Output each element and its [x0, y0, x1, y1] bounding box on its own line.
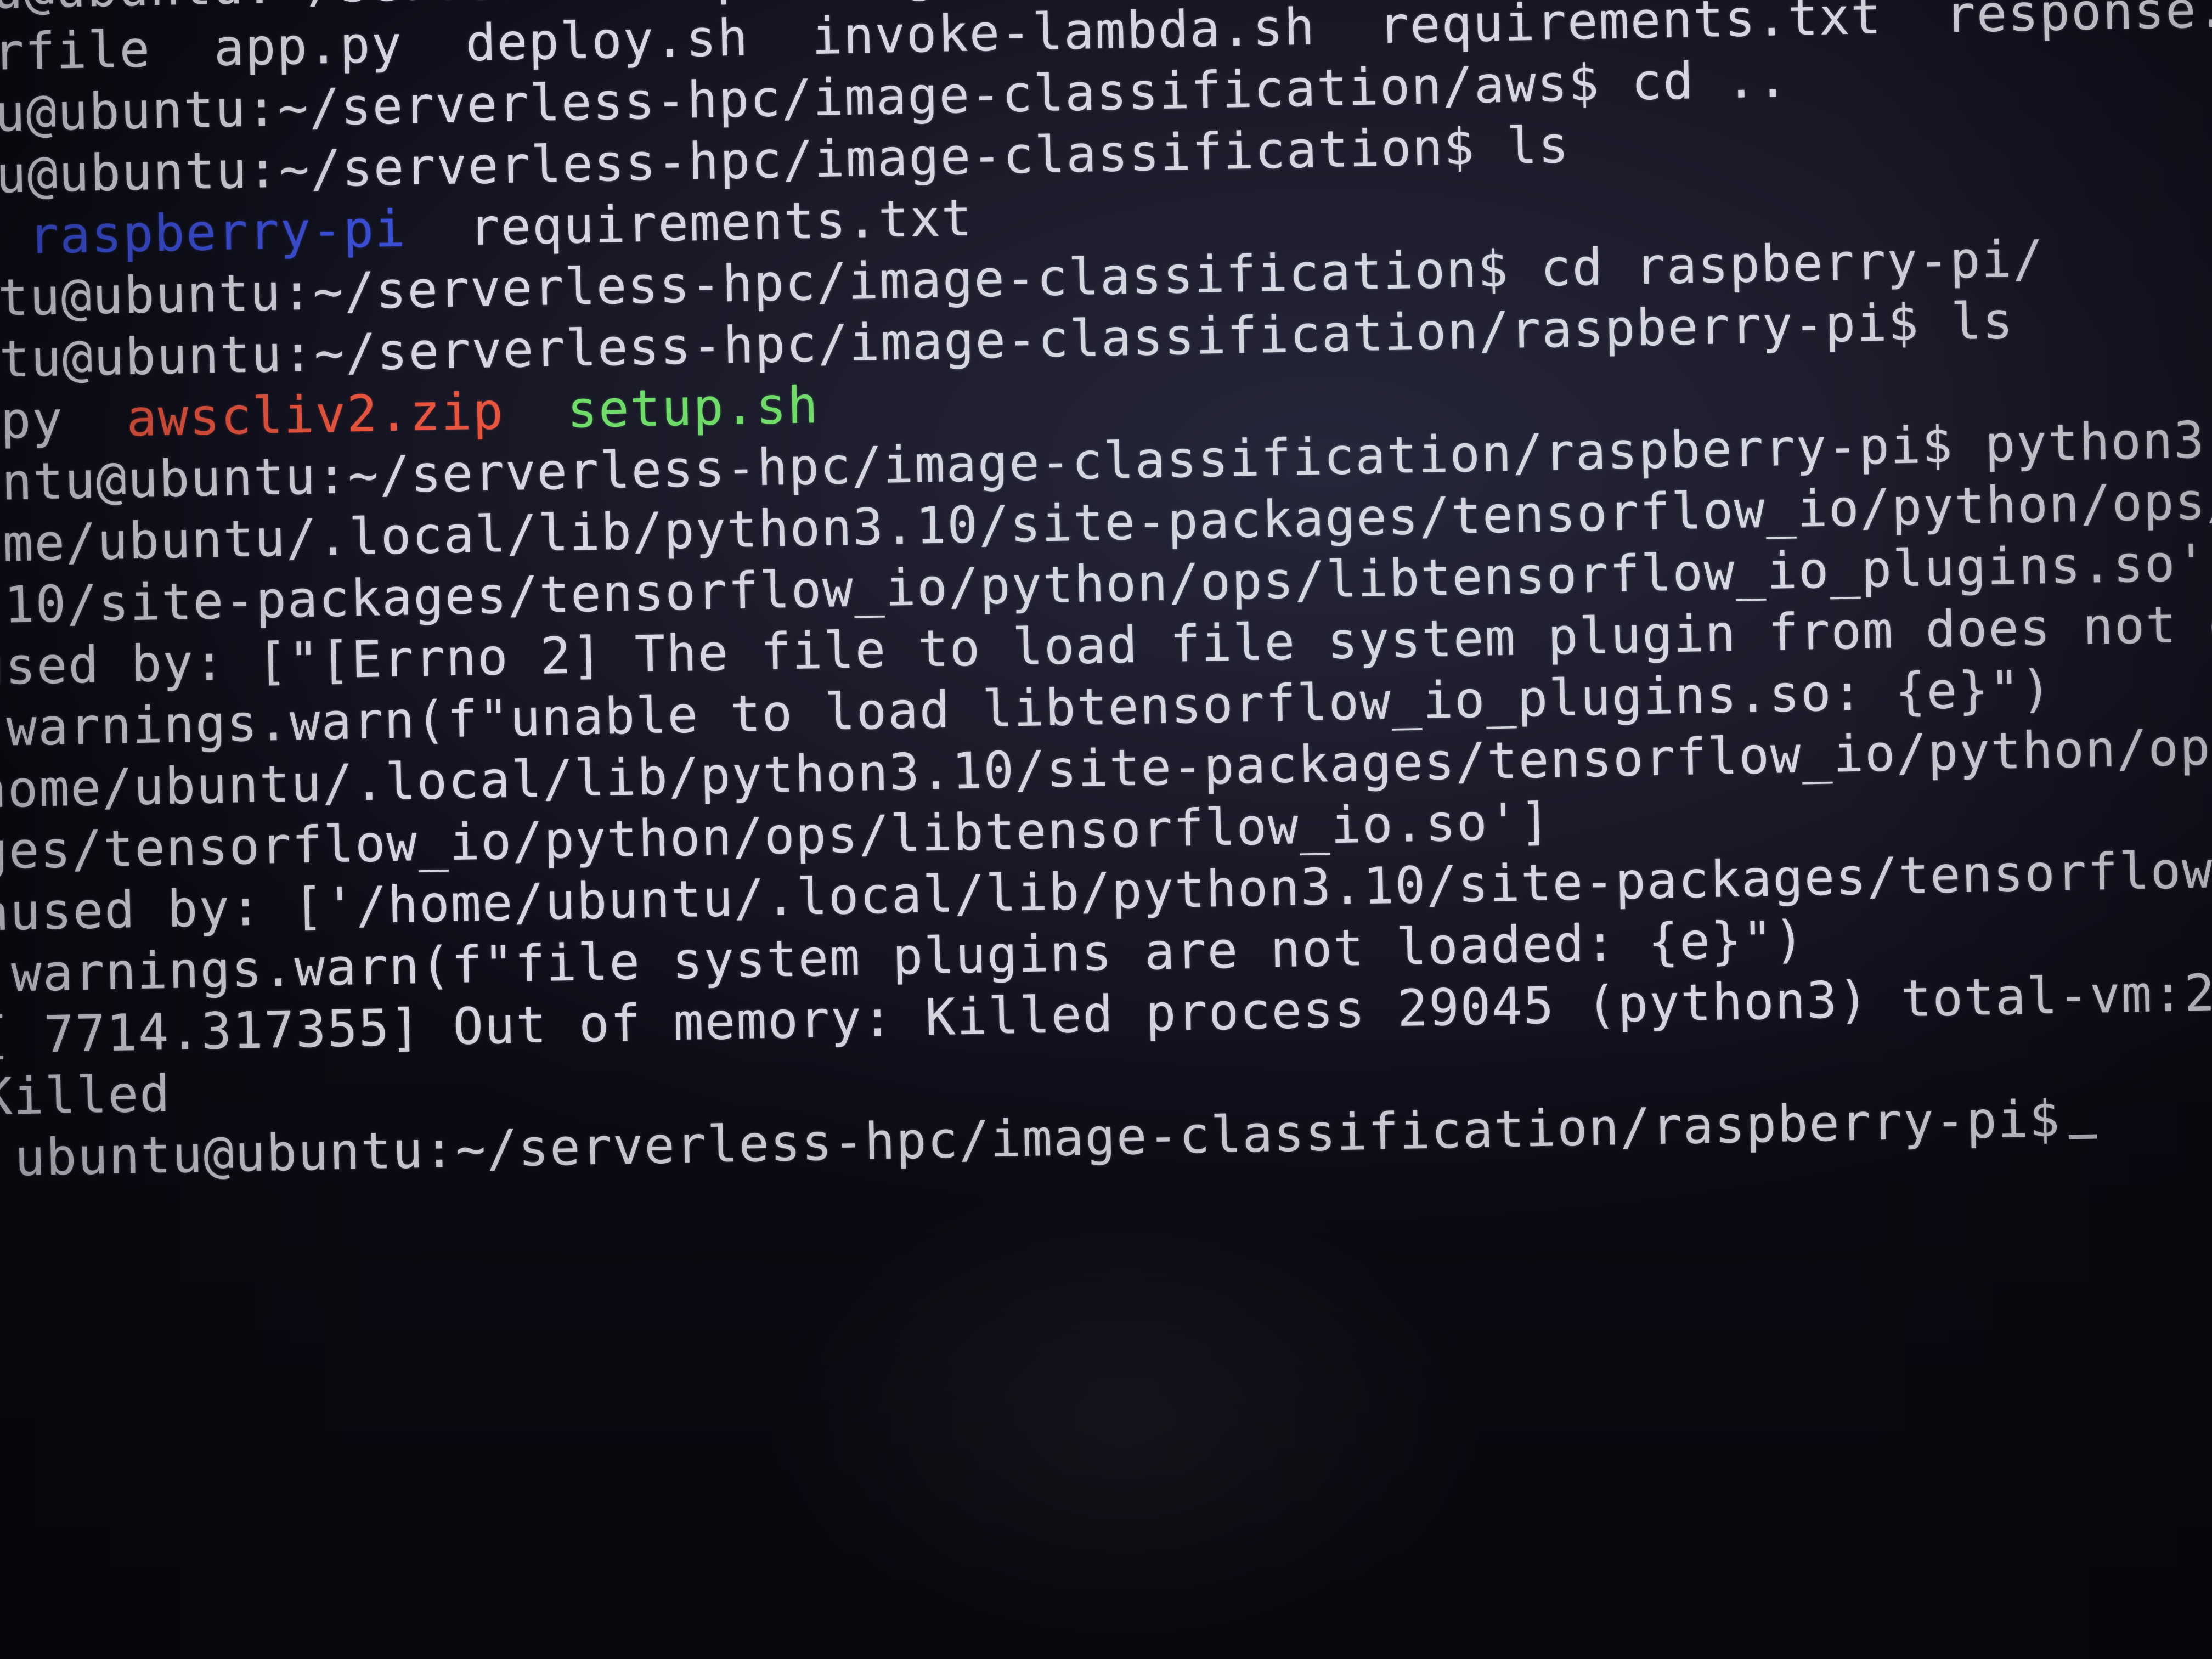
executable-file-entry: setup.sh: [566, 376, 820, 439]
terminal-screen: ntu@ubuntu:~/serverless-hpc/image-classi…: [0, 0, 2212, 1659]
terminal-output[interactable]: ntu@ubuntu:~/serverless-hpc/image-classi…: [0, 0, 2212, 1190]
terminal-text: requirements.txt: [405, 188, 974, 258]
directory-entry: s raspberry-pi: [27, 199, 407, 266]
terminal-text: Killed: [0, 1064, 172, 1127]
terminal-cursor: [2068, 1134, 2097, 1139]
archive-file-entry: awscliv2.zip: [126, 382, 505, 448]
screen-glare: [768, 1180, 1481, 1659]
terminal-text: p.py: [0, 390, 64, 452]
